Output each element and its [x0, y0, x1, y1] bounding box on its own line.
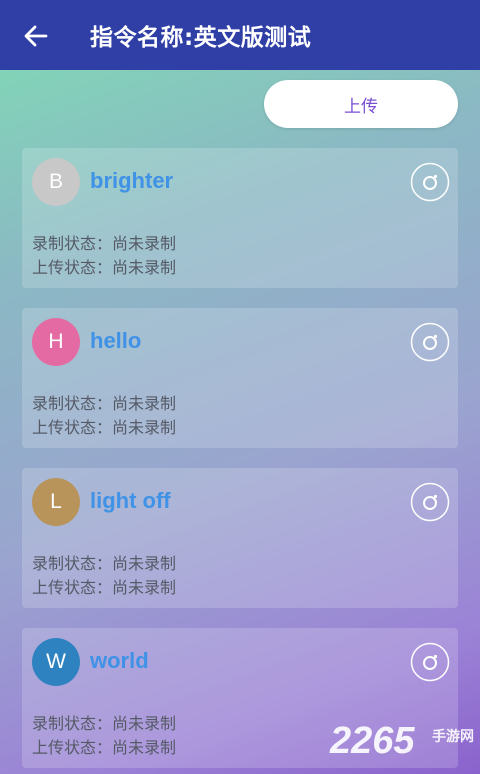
watermark-logo: 2265 手游网: [330, 720, 480, 766]
command-name: hello: [90, 328, 142, 353]
watermark-text: 手游网: [432, 729, 474, 745]
record-button[interactable]: [410, 322, 450, 362]
command-card: B brighter 录制状态：尚未录制 上传状态：尚未录制: [22, 148, 458, 288]
record-button-icon: [410, 482, 450, 522]
record-status: 录制状态：尚未录制: [32, 394, 177, 413]
record-status: 录制状态：尚未录制: [32, 234, 177, 253]
back-button[interactable]: [22, 22, 50, 50]
record-button[interactable]: [410, 482, 450, 522]
record-button[interactable]: [410, 162, 450, 202]
record-button-icon: [410, 642, 450, 682]
record-status: 录制状态：尚未录制: [32, 714, 177, 733]
watermark-number: 2265: [330, 720, 415, 762]
record-button-icon: [410, 162, 450, 202]
command-name: world: [90, 648, 149, 673]
avatar: H: [32, 318, 80, 366]
upload-button[interactable]: 上传: [264, 80, 458, 128]
command-card: L light off 录制状态：尚未录制 上传状态：尚未录制: [22, 468, 458, 608]
avatar: W: [32, 638, 80, 686]
arrow-left-icon: [24, 25, 48, 47]
record-button-icon: [410, 322, 450, 362]
upload-status: 上传状态：尚未录制: [32, 258, 177, 277]
record-button[interactable]: [410, 642, 450, 682]
upload-status: 上传状态：尚未录制: [32, 578, 177, 597]
page-title: 指令名称:英文版测试: [90, 25, 312, 51]
upload-status: 上传状态：尚未录制: [32, 418, 177, 437]
command-name: light off: [90, 488, 171, 513]
record-status: 录制状态：尚未录制: [32, 554, 177, 573]
avatar: B: [32, 158, 80, 206]
avatar: L: [32, 478, 80, 526]
command-card: H hello 录制状态：尚未录制 上传状态：尚未录制: [22, 308, 458, 448]
app-bar: 指令名称:英文版测试: [0, 0, 480, 70]
command-name: brighter: [90, 168, 174, 193]
upload-status: 上传状态：尚未录制: [32, 738, 177, 757]
